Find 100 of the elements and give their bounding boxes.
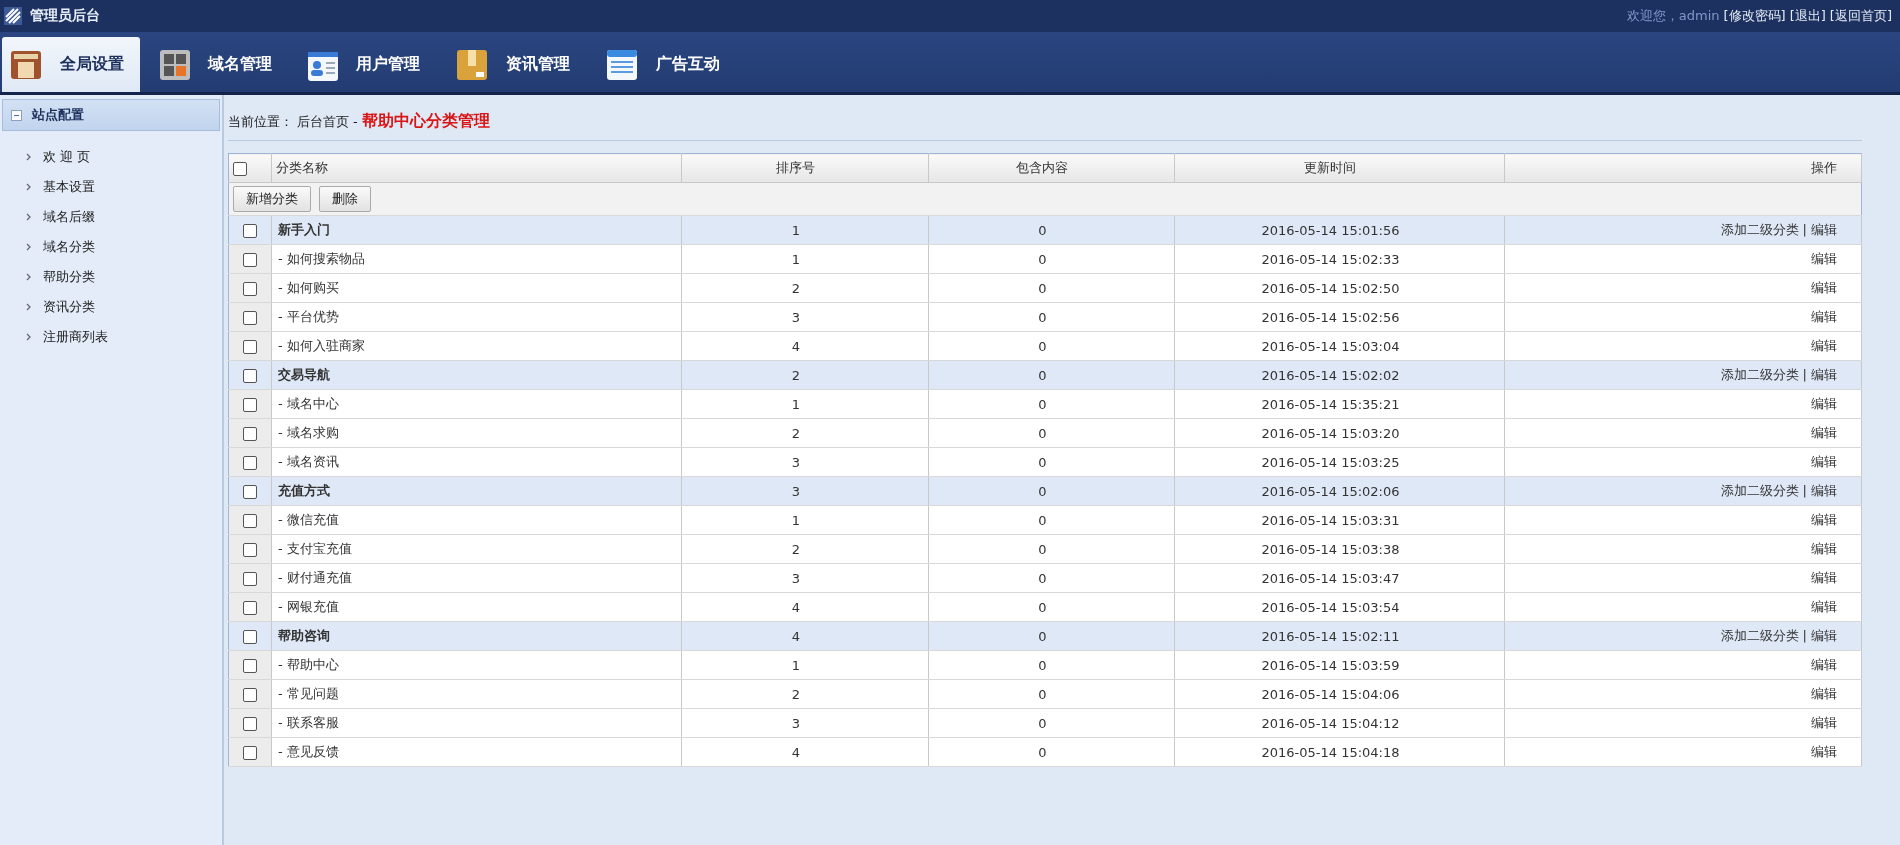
action-link[interactable]: 编辑 [1811, 512, 1837, 527]
chevron-right-icon [26, 243, 31, 251]
action-link[interactable]: 编辑 [1811, 396, 1837, 411]
sidebar-item[interactable]: 欢 迎 页 [26, 147, 222, 167]
count-cell: 0 [928, 360, 1175, 390]
action-link[interactable]: 编辑 [1811, 715, 1837, 730]
select-all-checkbox[interactable] [233, 161, 247, 176]
action-link[interactable]: 添加二级分类 [1720, 222, 1799, 237]
action-link[interactable]: 编辑 [1811, 338, 1837, 353]
row-checkbox[interactable] [243, 542, 257, 557]
row-checkbox[interactable] [243, 310, 257, 325]
count-cell: 0 [928, 563, 1175, 593]
row-checkbox[interactable] [243, 716, 257, 731]
box-icon [456, 48, 488, 81]
time-cell: 2016-05-14 15:03:59 [1174, 650, 1505, 680]
nav-tab[interactable]: 广告互动 [598, 37, 736, 92]
collapse-icon [11, 109, 22, 121]
sort-cell: 1 [681, 244, 929, 274]
nav-tab[interactable]: 全局设置 [2, 37, 140, 92]
chevron-right-icon [26, 273, 31, 281]
row-checkbox[interactable] [243, 455, 257, 470]
action-link[interactable]: 编辑 [1811, 367, 1837, 382]
header-link[interactable]: [退出] [1789, 7, 1826, 25]
row-checkbox[interactable] [243, 281, 257, 296]
count-cell: 0 [928, 505, 1175, 535]
count-cell: 0 [928, 244, 1175, 274]
row-checkbox[interactable] [243, 426, 257, 441]
action-link[interactable]: 编辑 [1811, 280, 1837, 295]
breadcrumb-link[interactable]: 后台首页 [297, 112, 349, 131]
row-checkbox[interactable] [243, 513, 257, 528]
row-checkbox[interactable] [243, 687, 257, 702]
header-link[interactable]: [修改密码] [1723, 7, 1786, 25]
action-link[interactable]: 编辑 [1811, 251, 1837, 266]
row-checkbox[interactable] [243, 484, 257, 499]
sidebar-item[interactable]: 注册商列表 [26, 327, 222, 347]
sidebar-item[interactable]: 帮助分类 [26, 267, 222, 287]
sidebar-item[interactable]: 域名分类 [26, 237, 222, 257]
category-name-cell: - 如何入驻商家 [271, 331, 682, 361]
chevron-right-icon [26, 303, 31, 311]
action-link[interactable]: 编辑 [1811, 222, 1837, 237]
action-link[interactable]: 编辑 [1811, 657, 1837, 672]
sidebar-item[interactable]: 资讯分类 [26, 297, 222, 317]
row-checkbox[interactable] [243, 571, 257, 586]
category-name-cell: - 常见问题 [271, 679, 682, 709]
column-header: 分类名称 [271, 153, 682, 183]
sidebar-section-header[interactable]: 站点配置 [2, 99, 220, 131]
action-link[interactable]: 编辑 [1811, 425, 1837, 440]
chevron-right-icon [26, 333, 31, 341]
category-name-cell: 新手入门 [271, 215, 682, 245]
action-link[interactable]: 编辑 [1811, 541, 1837, 556]
row-checkbox[interactable] [243, 252, 257, 267]
column-header: 排序号 [681, 153, 929, 183]
action-link[interactable]: 编辑 [1811, 599, 1837, 614]
action-link[interactable]: 添加二级分类 [1720, 483, 1799, 498]
header-link[interactable]: [返回首页] [1829, 7, 1892, 25]
row-checkbox[interactable] [243, 397, 257, 412]
count-cell: 0 [928, 737, 1175, 767]
sort-cell: 4 [681, 331, 929, 361]
count-cell: 0 [928, 534, 1175, 564]
nav-tab[interactable]: 用户管理 [300, 37, 436, 92]
count-cell: 0 [928, 215, 1175, 245]
nav-tab[interactable]: 域名管理 [152, 37, 288, 92]
sort-cell: 4 [681, 592, 929, 622]
row-checkbox[interactable] [243, 629, 257, 644]
category-name-cell: - 帮助中心 [271, 650, 682, 680]
sidebar-item[interactable]: 基本设置 [26, 177, 222, 197]
action-link[interactable]: 添加二级分类 [1720, 628, 1799, 643]
row-checkbox[interactable] [243, 223, 257, 238]
action-link[interactable]: 编辑 [1811, 454, 1837, 469]
time-cell: 2016-05-14 15:02:06 [1174, 476, 1505, 506]
action-link[interactable]: 编辑 [1811, 309, 1837, 324]
section-title: 站点配置 [32, 106, 84, 124]
sort-cell: 1 [681, 650, 929, 680]
app-title: 管理员后台 [30, 7, 100, 25]
category-name-cell: - 域名中心 [271, 389, 682, 419]
time-cell: 2016-05-14 15:03:54 [1174, 592, 1505, 622]
row-checkbox[interactable] [243, 600, 257, 615]
time-cell: 2016-05-14 15:02:50 [1174, 273, 1505, 303]
row-checkbox[interactable] [243, 658, 257, 673]
count-cell: 0 [928, 592, 1175, 622]
toolbar-button[interactable]: 新增分类 [233, 186, 311, 212]
chevron-right-icon [26, 213, 31, 221]
action-link[interactable]: 编辑 [1811, 686, 1837, 701]
sort-cell: 1 [681, 215, 929, 245]
action-link[interactable]: 编辑 [1811, 483, 1837, 498]
action-link[interactable]: 编辑 [1811, 744, 1837, 759]
row-checkbox[interactable] [243, 339, 257, 354]
category-name-cell: - 域名求购 [271, 418, 682, 448]
row-checkbox[interactable] [243, 368, 257, 383]
toolbar-button[interactable]: 删除 [319, 186, 371, 212]
time-cell: 2016-05-14 15:02:33 [1174, 244, 1505, 274]
separator: | [1802, 483, 1807, 498]
count-cell: 0 [928, 273, 1175, 303]
action-link[interactable]: 编辑 [1811, 628, 1837, 643]
action-link[interactable]: 添加二级分类 [1720, 367, 1799, 382]
row-checkbox[interactable] [243, 745, 257, 760]
action-link[interactable]: 编辑 [1811, 570, 1837, 585]
sidebar-item[interactable]: 域名后缀 [26, 207, 222, 227]
nav-tab[interactable]: 资讯管理 [448, 37, 586, 92]
category-name-cell: - 支付宝充值 [271, 534, 682, 564]
